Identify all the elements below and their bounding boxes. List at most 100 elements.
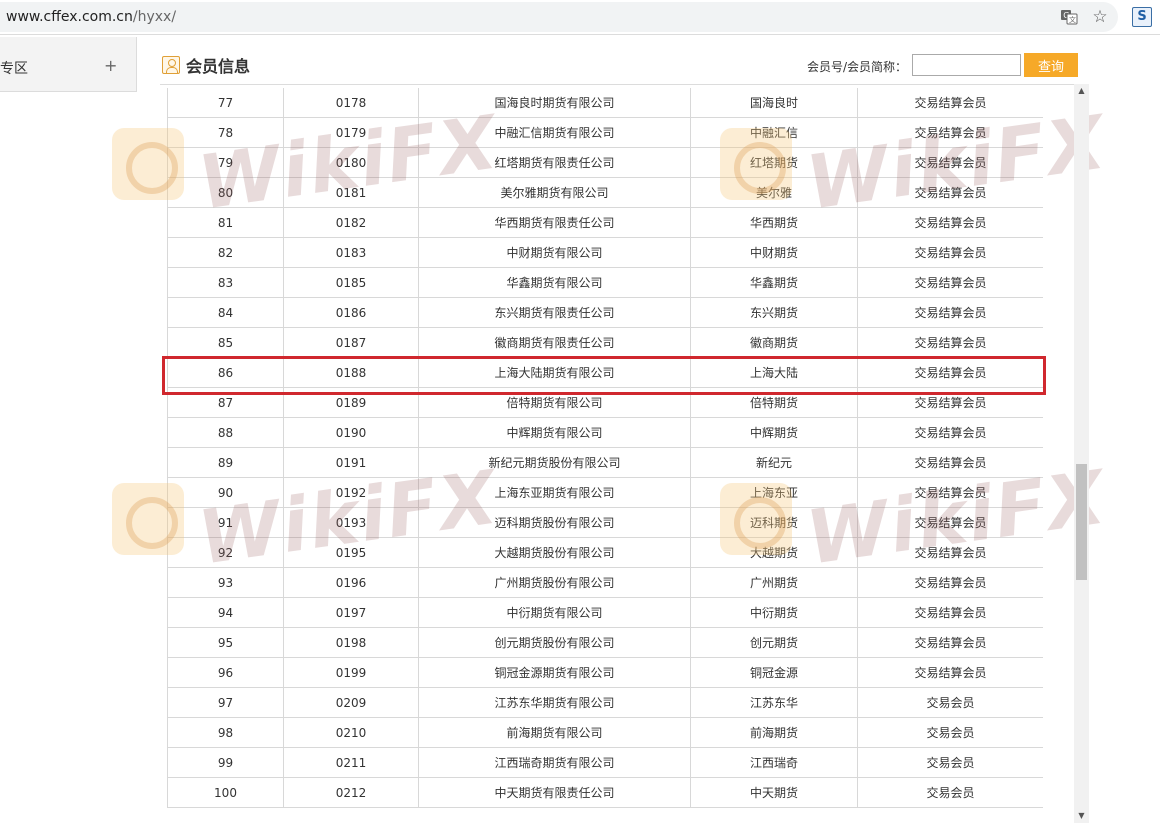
table-row: 93 0196 广州期货股份有限公司 广州期货 交易结算会员 (167, 567, 1043, 598)
member-code-cell: 0195 (283, 537, 419, 568)
company-name-cell: 新纪元期货股份有限公司 (418, 447, 691, 478)
table-row: 88 0190 中辉期货有限公司 中辉期货 交易结算会员 (167, 417, 1043, 448)
member-code-cell: 0193 (283, 507, 419, 538)
company-name-cell: 红塔期货有限责任公司 (418, 147, 691, 178)
address-bar[interactable]: www.cffex.com.cn/hyxx/ G 文 ☆ (0, 2, 1118, 32)
member-type-cell: 交易结算会员 (857, 627, 1043, 658)
member-type-cell: 交易结算会员 (857, 207, 1043, 238)
expand-plus-icon[interactable]: + (104, 56, 117, 75)
short-name-cell: 江西瑞奇 (690, 747, 858, 778)
extension-icon[interactable]: S (1132, 7, 1152, 27)
row-number-cell: 86 (167, 357, 284, 388)
row-number-cell: 94 (167, 597, 284, 628)
short-name-cell: 华鑫期货 (690, 267, 858, 298)
search-button[interactable]: 查询 (1024, 53, 1078, 77)
member-type-cell: 交易结算会员 (857, 657, 1043, 688)
member-type-cell: 交易结算会员 (857, 477, 1043, 508)
row-number-cell: 83 (167, 267, 284, 298)
table-row: 87 0189 倍特期货有限公司 倍特期货 交易结算会员 (167, 387, 1043, 418)
member-code-cell: 0190 (283, 417, 419, 448)
member-type-cell: 交易结算会员 (857, 537, 1043, 568)
member-type-cell: 交易结算会员 (857, 447, 1043, 478)
company-name-cell: 徽商期货有限责任公司 (418, 327, 691, 358)
table-row: 95 0198 创元期货股份有限公司 创元期货 交易结算会员 (167, 627, 1043, 658)
company-name-cell: 迈科期货股份有限公司 (418, 507, 691, 538)
translate-icon[interactable]: G 文 (1060, 8, 1078, 26)
short-name-cell: 中天期货 (690, 777, 858, 808)
table-row: 80 0181 美尔雅期货有限公司 美尔雅 交易结算会员 (167, 177, 1043, 208)
member-table-container: 77 0178 国海良时期货有限公司 国海良时 交易结算会员 78 0179 中融汇信期货有限… (167, 88, 1043, 823)
sidebar-item-zone[interactable]: 专区 + (0, 37, 137, 92)
short-name-cell: 华西期货 (690, 207, 858, 238)
table-row: 100 0212 中天期货有限责任公司 中天期货 交易会员 (167, 777, 1043, 808)
row-number-cell: 99 (167, 747, 284, 778)
member-type-cell: 交易结算会员 (857, 597, 1043, 628)
member-code-cell: 0212 (283, 777, 419, 808)
member-icon (162, 56, 180, 74)
bookmark-star-icon[interactable]: ☆ (1091, 8, 1109, 26)
table-row: 82 0183 中财期货有限公司 中财期货 交易结算会员 (167, 237, 1043, 268)
url-text[interactable]: www.cffex.com.cn/hyxx/ (6, 9, 176, 25)
member-type-cell: 交易结算会员 (857, 417, 1043, 448)
table-row: 78 0179 中融汇信期货有限公司 中融汇信 交易结算会员 (167, 117, 1043, 148)
table-row: 83 0185 华鑫期货有限公司 华鑫期货 交易结算会员 (167, 267, 1043, 298)
scroll-up-arrow-icon[interactable]: ▲ (1074, 84, 1089, 98)
row-number-cell: 92 (167, 537, 284, 568)
table-row: 85 0187 徽商期货有限责任公司 徽商期货 交易结算会员 (167, 327, 1043, 358)
company-name-cell: 华西期货有限责任公司 (418, 207, 691, 238)
url-path: /hyxx/ (132, 9, 177, 25)
search-input[interactable] (912, 54, 1021, 76)
company-name-cell: 美尔雅期货有限公司 (418, 177, 691, 208)
table-row: 81 0182 华西期货有限责任公司 华西期货 交易结算会员 (167, 207, 1043, 238)
member-code-cell: 0196 (283, 567, 419, 598)
short-name-cell: 中衍期货 (690, 597, 858, 628)
browser-toolbar: www.cffex.com.cn/hyxx/ G 文 ☆ S (0, 0, 1160, 35)
row-number-cell: 90 (167, 477, 284, 508)
short-name-cell: 铜冠金源 (690, 657, 858, 688)
company-name-cell: 上海东亚期货有限公司 (418, 477, 691, 508)
company-name-cell: 大越期货股份有限公司 (418, 537, 691, 568)
member-type-cell: 交易结算会员 (857, 357, 1043, 388)
table-row: 91 0193 迈科期货股份有限公司 迈科期货 交易结算会员 (167, 507, 1043, 538)
scrollbar[interactable]: ▲ ▼ (1074, 84, 1089, 823)
member-type-cell: 交易结算会员 (857, 88, 1043, 118)
short-name-cell: 徽商期货 (690, 327, 858, 358)
member-code-cell: 0178 (283, 88, 419, 118)
company-name-cell: 中财期货有限公司 (418, 237, 691, 268)
row-number-cell: 91 (167, 507, 284, 538)
table-row: 79 0180 红塔期货有限责任公司 红塔期货 交易结算会员 (167, 147, 1043, 178)
member-type-cell: 交易结算会员 (857, 297, 1043, 328)
company-name-cell: 中辉期货有限公司 (418, 417, 691, 448)
short-name-cell: 上海大陆 (690, 357, 858, 388)
member-code-cell: 0188 (283, 357, 419, 388)
member-code-cell: 0210 (283, 717, 419, 748)
row-number-cell: 89 (167, 447, 284, 478)
company-name-cell: 江苏东华期货有限公司 (418, 687, 691, 718)
row-number-cell: 95 (167, 627, 284, 658)
row-number-cell: 84 (167, 297, 284, 328)
member-code-cell: 0180 (283, 147, 419, 178)
member-type-cell: 交易结算会员 (857, 507, 1043, 538)
row-number-cell: 87 (167, 387, 284, 418)
page-title: 会员信息 (186, 57, 251, 76)
short-name-cell: 国海良时 (690, 88, 858, 118)
member-type-cell: 交易会员 (857, 687, 1043, 718)
scroll-down-arrow-icon[interactable]: ▼ (1074, 809, 1089, 823)
member-type-cell: 交易结算会员 (857, 327, 1043, 358)
row-number-cell: 93 (167, 567, 284, 598)
short-name-cell: 中辉期货 (690, 417, 858, 448)
company-name-cell: 中融汇信期货有限公司 (418, 117, 691, 148)
member-type-cell: 交易结算会员 (857, 387, 1043, 418)
row-number-cell: 81 (167, 207, 284, 238)
member-type-cell: 交易结算会员 (857, 237, 1043, 268)
row-number-cell: 96 (167, 657, 284, 688)
scroll-thumb[interactable] (1076, 464, 1087, 580)
table-row: 97 0209 江苏东华期货有限公司 江苏东华 交易会员 (167, 687, 1043, 718)
row-number-cell: 98 (167, 717, 284, 748)
member-code-cell: 0192 (283, 477, 419, 508)
member-code-cell: 0179 (283, 117, 419, 148)
member-code-cell: 0209 (283, 687, 419, 718)
member-code-cell: 0187 (283, 327, 419, 358)
member-code-cell: 0199 (283, 657, 419, 688)
member-code-cell: 0181 (283, 177, 419, 208)
